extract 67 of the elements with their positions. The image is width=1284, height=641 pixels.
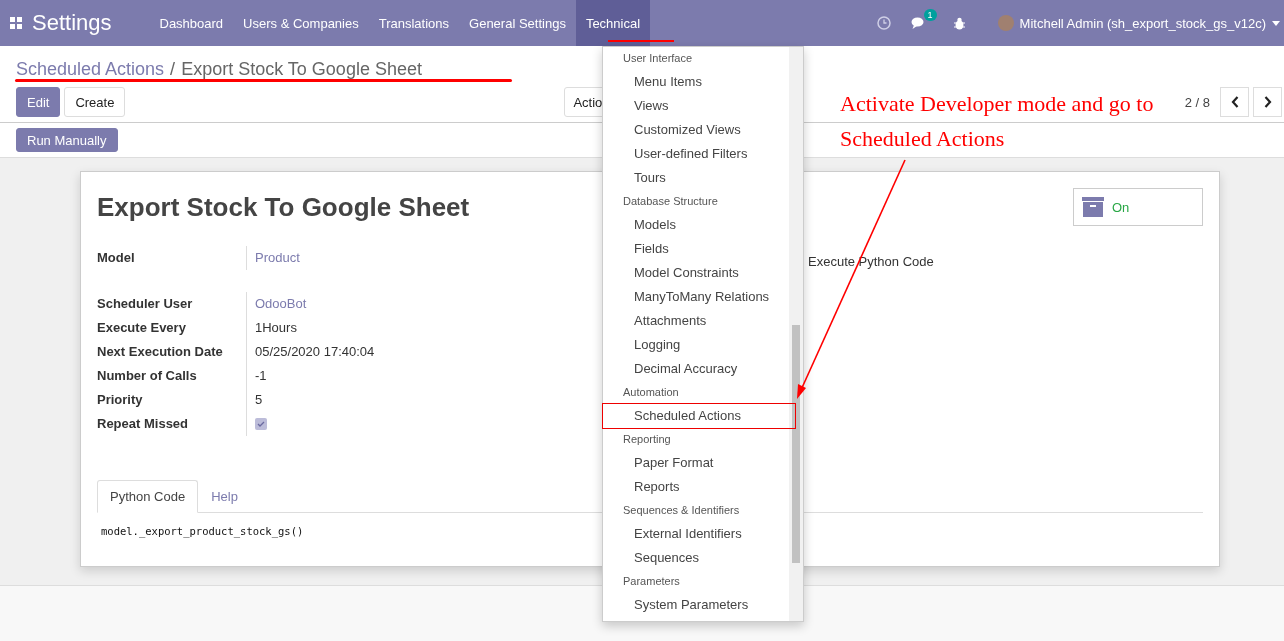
menu-item[interactable]: Customized Views: [603, 118, 789, 142]
annotation-text: Activate Developer mode and go to Scheduled Actions: [840, 90, 1155, 153]
menu-section-header: Parameters: [622, 574, 681, 589]
field-value: 05/25/2020 17:40:04: [254, 343, 376, 361]
menu-section-header: Automation: [622, 385, 680, 400]
create-button[interactable]: Create: [64, 87, 126, 117]
menu-item[interactable]: Fields: [603, 237, 789, 261]
field-value: -1: [254, 367, 268, 385]
nav-menu-item[interactable]: Dashboard: [149, 0, 234, 46]
record-title: Export Stock To Google Sheet: [97, 192, 470, 224]
nav-menu-item[interactable]: Translations: [368, 0, 460, 46]
menu-item[interactable]: ManyToMany Relations: [603, 285, 789, 309]
field-value: Execute Python Code: [808, 254, 934, 269]
field-label: Repeat Missed: [97, 412, 247, 436]
tab[interactable]: Help: [198, 480, 251, 513]
menu-item[interactable]: Tours: [603, 166, 789, 190]
menu-section-header: Database Structure: [622, 194, 719, 209]
menu-item[interactable]: Model Constraints: [603, 261, 789, 285]
field-label: Execute Every: [97, 316, 247, 340]
menu-item[interactable]: External Identifiers: [603, 522, 789, 546]
message-count-badge: 1: [923, 8, 937, 21]
breadcrumb-current: Export Stock To Google Sheet: [181, 58, 422, 80]
menu-section-header: Sequences & Identifiers: [622, 503, 741, 518]
run-manually-button[interactable]: Run Manually: [16, 128, 118, 152]
field-label: Number of Calls: [97, 364, 247, 388]
caret-icon[interactable]: [1272, 20, 1280, 26]
previous-button[interactable]: [1220, 87, 1249, 117]
chevron-left-icon: [1230, 96, 1239, 108]
menu-item[interactable]: Sequences: [603, 546, 789, 570]
menu-item[interactable]: Reports: [603, 475, 789, 499]
nav-menu-item[interactable]: Technical: [575, 0, 651, 46]
menu-item[interactable]: User-defined Filters: [603, 142, 789, 166]
menu-item[interactable]: Decimal Accuracy: [603, 357, 789, 381]
field-label: Scheduler User: [97, 292, 247, 316]
field-label: Next Execution Date: [97, 340, 247, 364]
breadcrumb-separator: /: [170, 58, 176, 80]
bug-icon[interactable]: [952, 16, 966, 30]
archive-icon: [1082, 197, 1104, 217]
menu-item[interactable]: Logging: [603, 333, 789, 357]
chevron-right-icon: [1263, 96, 1272, 108]
field-value: 5: [254, 391, 264, 409]
menu-item[interactable]: System Parameters: [603, 593, 789, 617]
edit-button[interactable]: Edit: [16, 87, 61, 117]
field-label: Model: [97, 246, 247, 270]
user-menu[interactable]: Mitchell Admin (sh_export_stock_gs_v12c): [1019, 15, 1266, 31]
apps-menu-icon[interactable]: [10, 17, 22, 29]
nav-menu-item[interactable]: General Settings: [459, 0, 576, 46]
app-title: Settings: [32, 10, 112, 36]
pager-counter: 2 / 8: [1184, 94, 1210, 110]
clock-icon[interactable]: [876, 16, 891, 30]
tab[interactable]: Python Code: [97, 480, 199, 513]
menu-section-header: User Interface: [622, 51, 694, 66]
menu-item[interactable]: Models: [603, 213, 789, 237]
checkbox[interactable]: [255, 418, 267, 430]
scrollbar[interactable]: [789, 47, 803, 621]
field-value: 1Hours: [254, 319, 298, 337]
menu-item[interactable]: Scheduled Actions: [603, 404, 795, 428]
menu-item[interactable]: Paper Format: [603, 451, 789, 475]
next-button[interactable]: [1253, 87, 1282, 117]
breadcrumb-link[interactable]: Scheduled Actions: [16, 58, 165, 80]
menu-section-header: Reporting: [622, 432, 672, 447]
menu-item[interactable]: Attachments: [603, 309, 789, 333]
code-text: model._export_product_stock_gs(): [101, 525, 304, 537]
toggle-status: On: [1112, 199, 1130, 215]
nav-menu-item[interactable]: Users & Companies: [233, 0, 369, 46]
field-label: Priority: [97, 388, 247, 412]
annotation-underline: [608, 40, 674, 42]
